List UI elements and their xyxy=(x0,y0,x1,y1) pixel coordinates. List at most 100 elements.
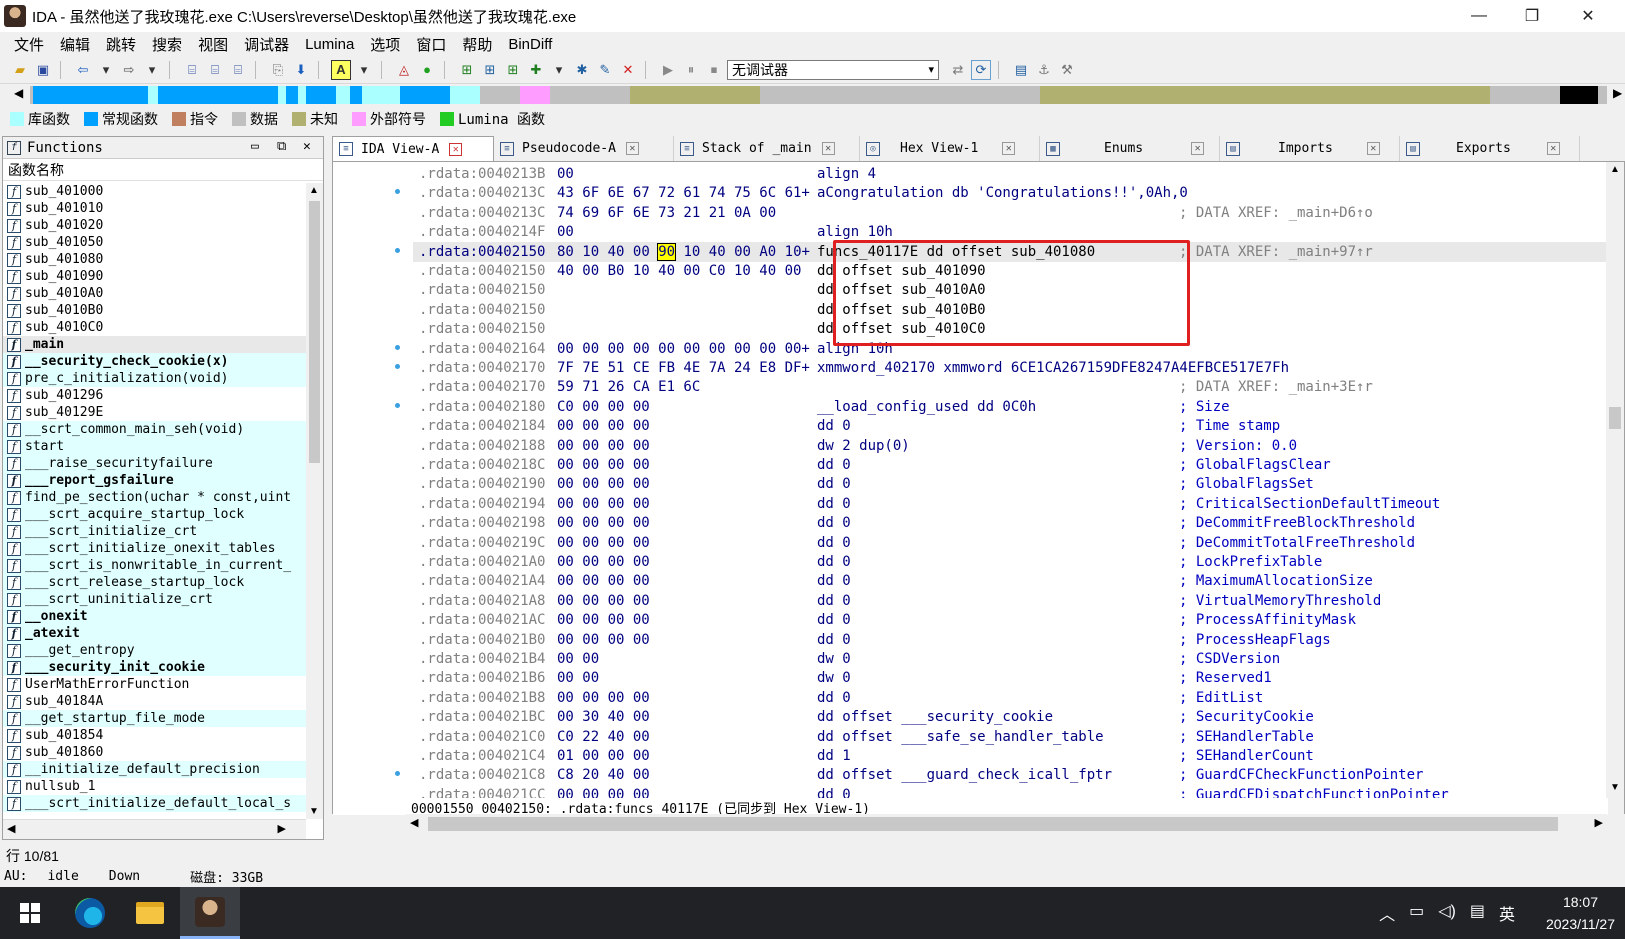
tracing-icon[interactable]: ⚒ xyxy=(1057,60,1077,80)
disassembly-line[interactable]: .rdata:0040213B 00 align 4 xyxy=(413,164,1608,184)
dropdown-arrow-icon[interactable]: ▾ xyxy=(354,60,374,80)
scroll-right-icon[interactable]: ▶ xyxy=(1595,816,1603,829)
tab-imports[interactable]: ▤ Imports ✕ xyxy=(1220,136,1400,161)
ime-indicator[interactable]: 英 xyxy=(1499,901,1515,925)
disassembly-line[interactable]: .rdata:004021C8 C8 20 40 00 dd offset ___g… xyxy=(413,765,1608,785)
debugger-select[interactable]: 无调试器 ▾ xyxy=(727,59,939,80)
functions-vertical-scrollbar[interactable]: ▲ ▼ xyxy=(306,183,323,819)
pane-close-icon[interactable]: ✕ xyxy=(303,139,311,154)
scroll-down-icon[interactable]: ▼ xyxy=(1610,782,1620,793)
tab-close-icon[interactable]: ✕ xyxy=(449,142,463,156)
play-icon[interactable]: ▶ xyxy=(658,60,678,80)
function-list-item[interactable]: f ___scrt_uninitialize_crt xyxy=(3,591,306,608)
function-list-item[interactable]: f sub_40184A xyxy=(3,693,306,710)
tab-enums[interactable]: ▦ Enums ✕ xyxy=(1040,136,1220,161)
scroll-right-icon[interactable]: ▶ xyxy=(278,822,286,835)
function-list-item[interactable]: f _atexit xyxy=(3,625,306,642)
disassembly-line[interactable]: .rdata:004021A4 00 00 00 00 dd 0 ; MaximumA… xyxy=(413,571,1608,591)
function-list-item[interactable]: f UserMathErrorFunction xyxy=(3,676,306,693)
disassembly-line[interactable]: .rdata:004021A8 00 00 00 00 dd 0 ; VirtualM… xyxy=(413,591,1608,611)
function-list-item[interactable]: f ___scrt_initialize_crt xyxy=(3,523,306,540)
scrollbar-thumb[interactable] xyxy=(1609,407,1621,429)
disassembly-line[interactable]: .rdata:004021C4 01 00 00 00 dd 1 ; SEHandle… xyxy=(413,746,1608,766)
tab-ida-view-a[interactable]: ≡ IDA View-A ✕ xyxy=(332,136,494,161)
menu-debugger[interactable]: 调试器 xyxy=(236,34,297,55)
tab-hex-view-1[interactable]: ◎ Hex View-1 ✕ xyxy=(860,136,1040,161)
menu-options[interactable]: 选项 xyxy=(362,34,408,55)
pause-icon[interactable]: ⏸ xyxy=(681,60,701,80)
text-search-icon[interactable]: ⌸ xyxy=(205,60,225,80)
create-struct-icon[interactable]: ⊞ xyxy=(480,60,500,80)
function-list-item[interactable]: f sub_401080 xyxy=(3,251,306,268)
function-list-item[interactable]: f sub_40129E xyxy=(3,404,306,421)
disassembly-line[interactable]: .rdata:0040218C 00 00 00 00 dd 0 ; GlobalFl… xyxy=(413,455,1608,475)
disassembly-horizontal-scrollbar[interactable]: ◀ ▶ xyxy=(406,814,1607,834)
nav-left-arrow-icon[interactable]: ◀ xyxy=(14,86,24,104)
functions-column-header[interactable]: 函数名称 xyxy=(3,159,323,181)
function-list-item[interactable]: f __scrt_common_main_seh(void) xyxy=(3,421,306,438)
open-icon[interactable]: ▰ xyxy=(10,60,30,80)
function-list-item[interactable]: f __onexit xyxy=(3,608,306,625)
disassembly-line[interactable]: .rdata:00402184 00 00 00 00 dd 0 ; Time sta… xyxy=(413,416,1608,436)
function-list-item[interactable]: f pre_c_initialization(void) xyxy=(3,370,306,387)
chevron-up-icon[interactable]: ︿ xyxy=(1379,901,1395,925)
function-list-item[interactable]: f ___get_entropy xyxy=(3,642,306,659)
function-list-item[interactable]: f ___scrt_release_startup_lock xyxy=(3,574,306,591)
disassembly-vertical-scrollbar[interactable]: ▲ ▼ xyxy=(1606,162,1624,815)
disassembly-line[interactable]: .rdata:004021B8 00 00 00 00 dd 0 ; EditList xyxy=(413,688,1608,708)
close-button[interactable]: ✕ xyxy=(1565,0,1611,32)
save-icon[interactable]: ▣ xyxy=(33,60,53,80)
jump-down-icon[interactable]: ⬇ xyxy=(291,60,311,80)
scrollbar-thumb[interactable] xyxy=(309,201,320,463)
disassembly-line[interactable]: .rdata:004021C0 C0 22 40 00 dd offset ___s… xyxy=(413,727,1608,747)
disassembly-line[interactable]: .rdata:0040219C 00 00 00 00 dd 0 ; DeCommit… xyxy=(413,533,1608,553)
forward-arrow-icon[interactable]: ⇨ xyxy=(119,60,139,80)
disassembly-line[interactable]: .rdata:00402180 C0 00 00 00 __load_config_… xyxy=(413,397,1608,417)
functions-horizontal-scrollbar[interactable]: ◀ ▶ xyxy=(3,819,306,839)
disassembly-line[interactable]: .rdata:0040213C 74 69 6F 6E 73 21 21 0A 0… xyxy=(413,203,1608,223)
tab-close-icon[interactable]: ✕ xyxy=(1191,142,1205,155)
dropdown-arrow-icon[interactable]: ▾ xyxy=(96,60,116,80)
function-list-item[interactable]: f ___scrt_is_nonwritable_in_current_ xyxy=(3,557,306,574)
dropdown-arrow-icon[interactable]: ▾ xyxy=(142,60,162,80)
disassembly-line[interactable]: .rdata:004021B0 00 00 00 00 dd 0 ; ProcessH… xyxy=(413,630,1608,650)
disassembly-line[interactable]: .rdata:00402188 00 00 00 00 dw 2 dup(0) ; V… xyxy=(413,436,1608,456)
menu-bindiff[interactable]: BinDiff xyxy=(500,36,560,53)
function-list-item[interactable]: f sub_4010B0 xyxy=(3,302,306,319)
sync-icon[interactable]: ⟳ xyxy=(971,59,991,80)
tab-close-icon[interactable]: ✕ xyxy=(1002,142,1016,155)
minimize-button[interactable]: — xyxy=(1456,0,1502,32)
function-list-item[interactable]: f nullsub_1 xyxy=(3,778,306,795)
function-list-item[interactable]: f sub_4010C0 xyxy=(3,319,306,336)
graph-view-icon[interactable]: ◬ xyxy=(394,60,414,80)
notification-icon[interactable]: ▤ xyxy=(1470,901,1485,925)
function-list-item[interactable]: f ___raise_securityfailure xyxy=(3,455,306,472)
tab-stack-of-main[interactable]: ≡ Stack of _main ✕ xyxy=(674,136,860,161)
scroll-down-icon[interactable]: ▼ xyxy=(309,806,319,817)
menu-edit[interactable]: 编辑 xyxy=(52,34,98,55)
function-list-item[interactable]: f find_pe_section(uchar * const,uint xyxy=(3,489,306,506)
nav-right-arrow-icon[interactable]: ▶ xyxy=(1613,86,1623,104)
attach-icon[interactable]: ⇄ xyxy=(948,60,968,80)
disassembly-line[interactable]: .rdata:004021BC 00 30 40 00 dd offset ___s… xyxy=(413,707,1608,727)
function-list-item[interactable]: f ___scrt_acquire_startup_lock xyxy=(3,506,306,523)
pane-float-icon[interactable]: ⧉ xyxy=(277,139,286,154)
search-next-icon[interactable]: ⎘ xyxy=(268,60,288,80)
maximize-button[interactable]: ❐ xyxy=(1509,0,1555,32)
function-list-item[interactable]: f ___scrt_initialize_onexit_tables xyxy=(3,540,306,557)
back-arrow-icon[interactable]: ⇦ xyxy=(73,60,93,80)
menu-view[interactable]: 视图 xyxy=(190,34,236,55)
disassembly-line[interactable]: .rdata:00402170 7F 7E 51 CE FB 4E 7A 24 E… xyxy=(413,358,1608,378)
scroll-left-icon[interactable]: ◀ xyxy=(7,822,15,835)
disassembly-line[interactable]: .rdata:0040213C 43 6F 6E 67 72 61 74 75 6… xyxy=(413,183,1608,203)
menu-window[interactable]: 窗口 xyxy=(408,34,454,55)
delete-icon[interactable]: ✕ xyxy=(618,60,638,80)
add-segment-icon[interactable]: ⊞ xyxy=(503,60,523,80)
menu-help[interactable]: 帮助 xyxy=(454,34,500,55)
trace-icon[interactable]: ⚓ xyxy=(1034,60,1054,80)
tab-exports[interactable]: ▤ Exports ✕ xyxy=(1400,136,1580,161)
pane-minimize-icon[interactable]: ▭ xyxy=(251,139,259,154)
breakpoints-icon[interactable]: ▤ xyxy=(1011,60,1031,80)
function-list-item[interactable]: f sub_401010 xyxy=(3,200,306,217)
function-list-item[interactable]: f sub_401860 xyxy=(3,744,306,761)
